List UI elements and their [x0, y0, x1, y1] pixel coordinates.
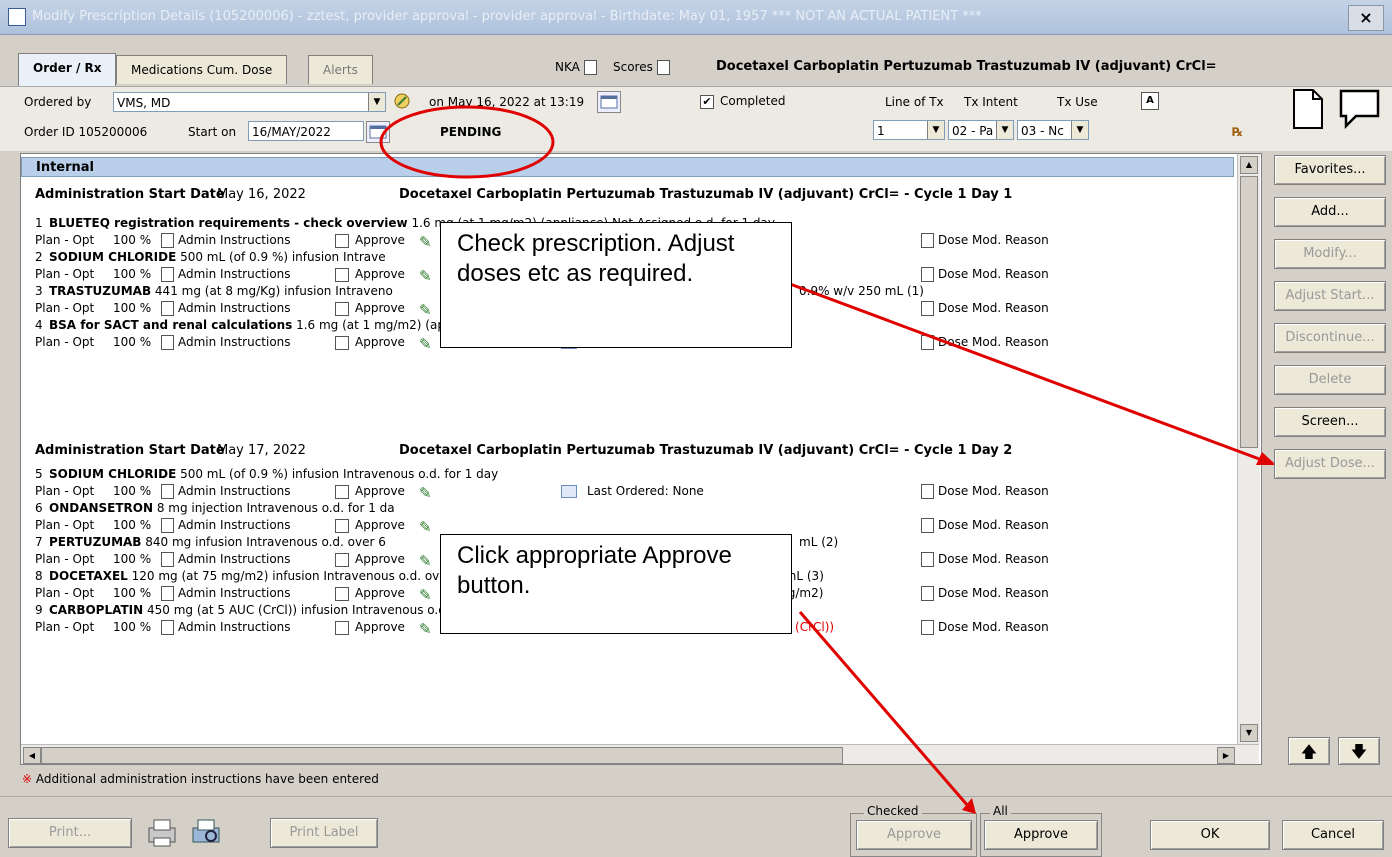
annotation-overlay: [379, 105, 1276, 814]
side-button-delete[interactable]: Delete: [1274, 365, 1386, 395]
side-button-adjust-dose[interactable]: Adjust Dose...: [1274, 449, 1386, 479]
side-button-adjust-start[interactable]: Adjust Start...: [1274, 281, 1386, 311]
side-button-discontinue[interactable]: Discontinue...: [1274, 323, 1386, 353]
side-button-modify[interactable]: Modify...: [1274, 239, 1386, 269]
side-button-screen[interactable]: Screen...: [1274, 407, 1386, 437]
side-button-favorites[interactable]: Favorites...: [1274, 155, 1386, 185]
callout-click-approve: Click appropriate Approve button.: [440, 534, 792, 634]
highlight-ellipse: [379, 105, 555, 179]
arrowhead-adjust-dose: [1256, 452, 1276, 465]
arrow-to-adjust-dose: [789, 282, 1263, 462]
callout-check-prescription: Check prescription. Adjust doses etc as …: [440, 222, 792, 348]
side-button-add[interactable]: Add...: [1274, 197, 1386, 227]
arrow-to-approve-all: [798, 611, 970, 807]
